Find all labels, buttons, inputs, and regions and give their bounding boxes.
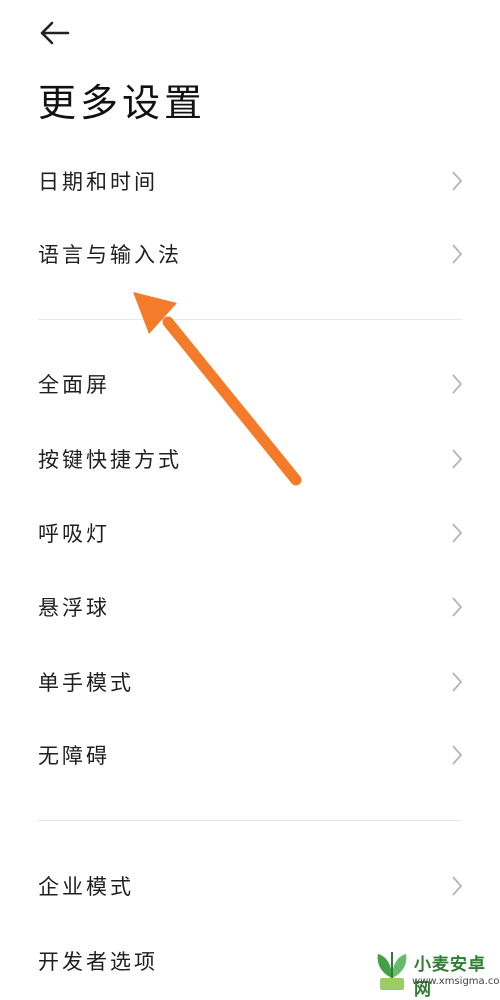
settings-item-label: 单手模式	[38, 671, 134, 695]
settings-item-floating-ball[interactable]: 悬浮球	[0, 576, 500, 638]
settings-item-language-input[interactable]: 语言与输入法	[0, 223, 500, 285]
watermark-title: 小麦安卓网	[414, 955, 486, 1000]
settings-item-label: 语言与输入法	[38, 243, 182, 267]
page-title: 更多设置	[38, 81, 207, 125]
chevron-right-icon	[452, 745, 463, 765]
chevron-right-icon	[452, 244, 463, 264]
settings-item-accessibility[interactable]: 无障碍	[0, 724, 500, 786]
watermark: 小麦安卓网 www.xmsigma.com	[372, 944, 500, 1000]
settings-item-label: 全面屏	[38, 373, 110, 397]
chevron-right-icon	[452, 374, 463, 394]
chevron-right-icon	[452, 876, 463, 896]
section-divider	[38, 319, 462, 320]
chevron-right-icon	[452, 597, 463, 617]
settings-item-label: 开发者选项	[38, 950, 158, 974]
settings-item-label: 无障碍	[38, 744, 110, 768]
chevron-right-icon	[452, 523, 463, 543]
watermark-url: www.xmsigma.com	[412, 976, 500, 987]
settings-item-one-hand-mode[interactable]: 单手模式	[0, 651, 500, 713]
settings-item-button-shortcuts[interactable]: 按键快捷方式	[0, 428, 500, 490]
settings-item-label: 悬浮球	[38, 596, 110, 620]
settings-item-date-time[interactable]: 日期和时间	[0, 150, 500, 212]
settings-item-full-screen[interactable]: 全面屏	[0, 353, 500, 415]
settings-item-label: 按键快捷方式	[38, 448, 182, 472]
chevron-right-icon	[452, 171, 463, 191]
settings-item-label: 日期和时间	[38, 170, 158, 194]
chevron-right-icon	[452, 672, 463, 692]
section-divider	[38, 820, 462, 821]
leaf-logo-icon	[377, 952, 407, 990]
back-arrow-icon[interactable]	[38, 20, 70, 46]
settings-item-breathing-light[interactable]: 呼吸灯	[0, 502, 500, 564]
annotation-arrow-head	[133, 292, 177, 334]
settings-item-enterprise-mode[interactable]: 企业模式	[0, 855, 500, 917]
settings-item-label: 呼吸灯	[38, 522, 110, 546]
settings-item-label: 企业模式	[38, 875, 134, 899]
chevron-right-icon	[452, 449, 463, 469]
